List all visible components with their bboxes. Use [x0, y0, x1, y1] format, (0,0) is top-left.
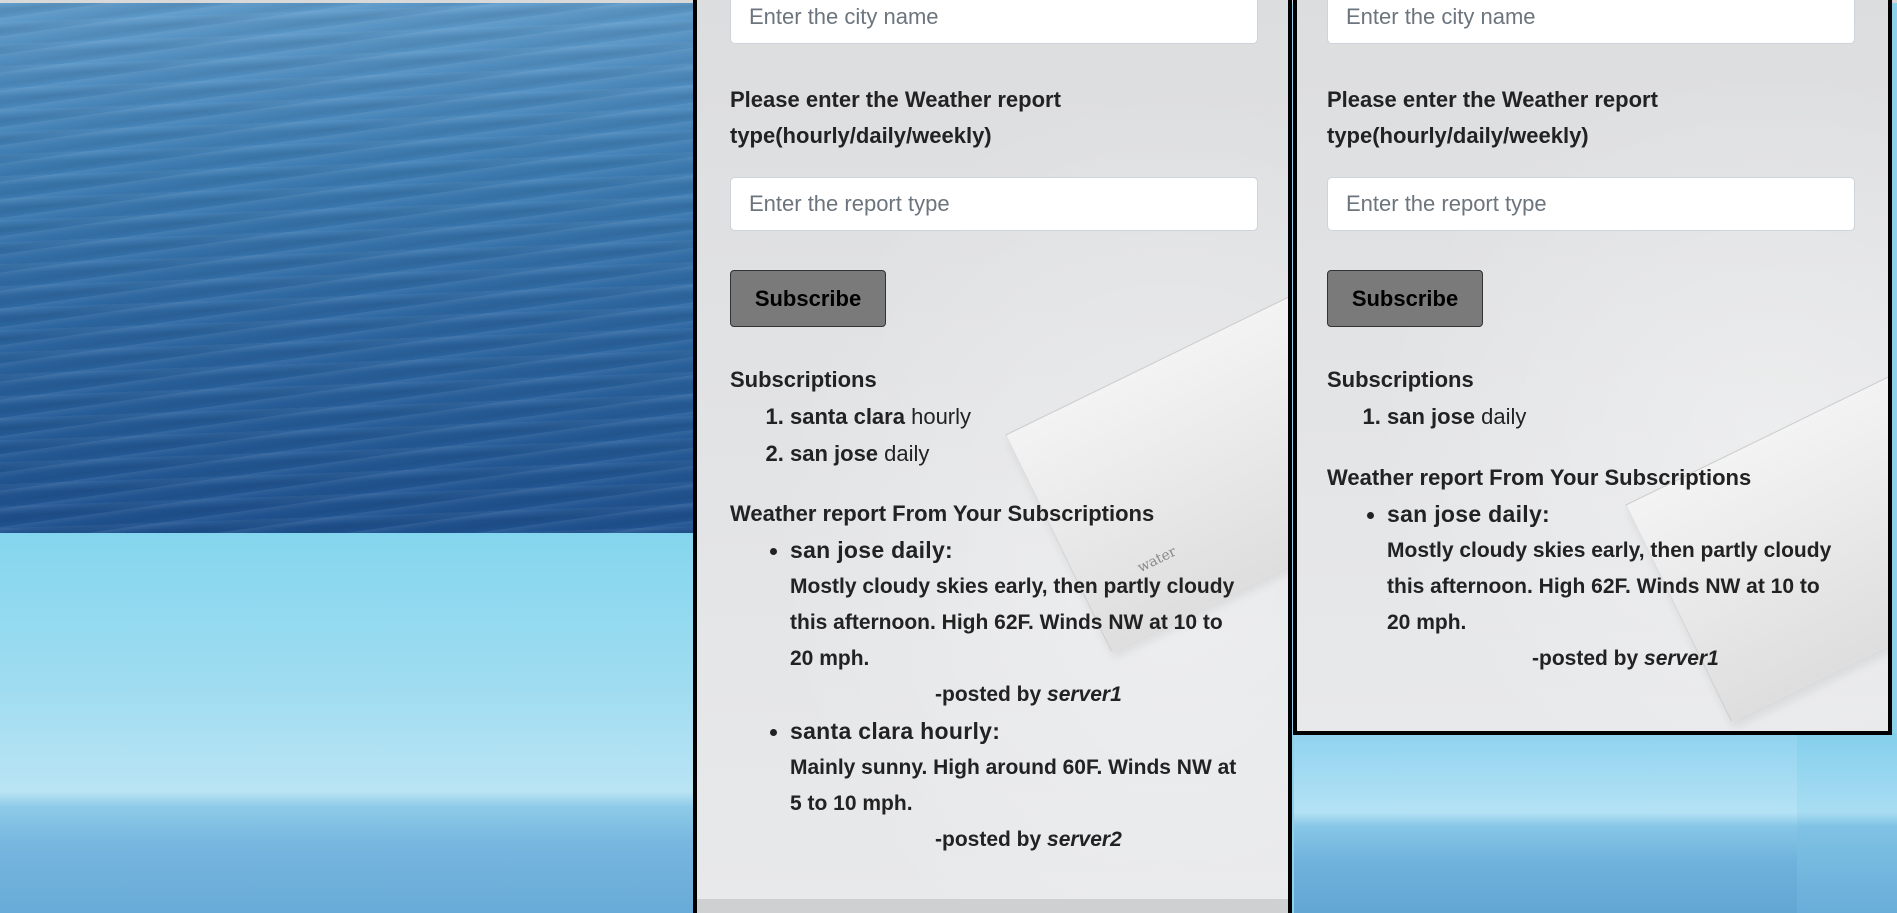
- city-name-input[interactable]: [1327, 0, 1855, 44]
- report-heading: santa clara hourly:: [790, 718, 1001, 744]
- posted-prefix: -posted by: [935, 828, 1042, 851]
- reports-heading: Weather report From Your Subscriptions: [730, 501, 1155, 526]
- subscriptions-heading: Subscriptions: [1327, 367, 1474, 392]
- report-heading: san jose daily:: [1387, 501, 1551, 527]
- subscription-type: hourly: [911, 404, 972, 429]
- city-name-input[interactable]: [730, 0, 1258, 44]
- report-item: santa clara hourly: Mainly sunny. High a…: [790, 713, 1240, 858]
- reports-list: san jose daily: Mostly cloudy skies earl…: [730, 532, 1240, 858]
- subscription-panel-2: Please enter the Weather report type(hou…: [1293, 0, 1892, 735]
- subscription-item: santa clara hourly: [790, 398, 971, 435]
- report-posted-by: -posted by server2: [790, 822, 1240, 858]
- report-heading: san jose daily:: [790, 537, 954, 563]
- subscription-city: san jose: [790, 441, 879, 466]
- posted-prefix: -posted by: [1532, 647, 1639, 670]
- subscription-type: daily: [884, 441, 930, 466]
- subscription-city: santa clara: [790, 404, 905, 429]
- report-type-prompt: Please enter the Weather report type(hou…: [730, 87, 1061, 148]
- subscription-item: san jose daily: [1387, 398, 1526, 435]
- panel-footer: [697, 899, 1288, 913]
- report-body: Mostly cloudy skies early, then partly c…: [790, 575, 1235, 670]
- subscriptions-heading: Subscriptions: [730, 367, 877, 392]
- subscription-panel-1: water Please enter the Weather report ty…: [693, 0, 1292, 913]
- posted-server: server1: [1047, 683, 1122, 706]
- report-item: san jose daily: Mostly cloudy skies earl…: [790, 532, 1240, 713]
- report-type-input[interactable]: [730, 177, 1258, 231]
- report-posted-by: -posted by server1: [790, 677, 1240, 713]
- reports-list: san jose daily: Mostly cloudy skies earl…: [1327, 496, 1837, 677]
- background-ocean-image: [0, 0, 695, 533]
- subscription-item: san jose daily: [790, 435, 971, 472]
- background-sky-sea-image: [1797, 733, 1897, 913]
- subscribe-button[interactable]: Subscribe: [1327, 270, 1483, 327]
- report-body: Mainly sunny. High around 60F. Winds NW …: [790, 756, 1237, 815]
- posted-server: server1: [1644, 647, 1719, 670]
- subscription-city: san jose: [1387, 404, 1476, 429]
- subscriptions-list: san jose daily: [1327, 398, 1526, 435]
- posted-prefix: -posted by: [935, 683, 1042, 706]
- page: water Please enter the Weather report ty…: [0, 0, 1897, 913]
- reports-heading: Weather report From Your Subscriptions: [1327, 465, 1752, 490]
- report-posted-by: -posted by server1: [1387, 641, 1837, 677]
- subscribe-button[interactable]: Subscribe: [730, 270, 886, 327]
- background-sky-sea-image: [0, 533, 695, 913]
- report-type-prompt: Please enter the Weather report type(hou…: [1327, 87, 1658, 148]
- posted-server: server2: [1047, 828, 1122, 851]
- report-body: Mostly cloudy skies early, then partly c…: [1387, 539, 1832, 634]
- report-item: san jose daily: Mostly cloudy skies earl…: [1387, 496, 1837, 677]
- report-type-input[interactable]: [1327, 177, 1855, 231]
- subscriptions-list: santa clara hourly san jose daily: [730, 398, 971, 472]
- subscription-type: daily: [1481, 404, 1527, 429]
